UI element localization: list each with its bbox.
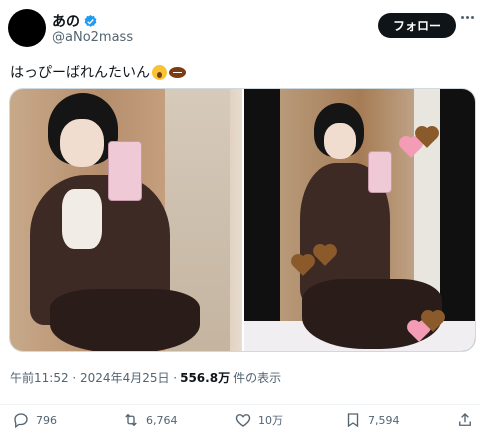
football-emoji-icon	[169, 66, 186, 78]
reply-count: 796	[36, 413, 57, 427]
retweet-button[interactable]: 6,764	[122, 411, 178, 429]
action-bar: 796 6,764 10万 7,594	[0, 404, 480, 432]
tweet-meta: 午前11:52 · 2024年4月25日 · 556.8万 件の表示	[10, 369, 281, 386]
retweet-icon	[125, 413, 137, 427]
verified-badge-icon	[84, 14, 97, 27]
photo-figure-face	[60, 119, 104, 167]
share-icon	[459, 413, 471, 426]
astonished-emoji-icon	[152, 64, 167, 80]
share-button[interactable]	[456, 411, 474, 429]
tweet-timestamp[interactable]: 午前11:52 · 2024年4月25日 ·	[10, 369, 177, 386]
more-icon[interactable]	[461, 16, 474, 19]
like-icon	[235, 414, 251, 427]
view-count: 556.8万	[180, 371, 231, 385]
retweet-count: 6,764	[146, 413, 178, 427]
photo-2[interactable]	[243, 89, 475, 351]
author-handle[interactable]: @aNo2mass	[52, 30, 133, 45]
reply-button[interactable]: 796	[12, 411, 57, 429]
tweet-text: はっぴーばれんたいん	[10, 62, 186, 82]
author-name-row[interactable]: あの	[52, 11, 98, 31]
bookmark-icon	[347, 413, 359, 428]
bookmark-button[interactable]: 7,594	[344, 411, 400, 429]
view-count-label: 件の表示	[233, 371, 282, 385]
reply-icon	[14, 413, 28, 429]
follow-button[interactable]: フォロー	[377, 13, 456, 38]
photo-phone	[108, 141, 142, 201]
author-name[interactable]: あの	[52, 11, 80, 31]
bookmark-count: 7,594	[368, 413, 400, 427]
photo-1[interactable]	[10, 89, 242, 351]
photo-figure-face	[323, 123, 356, 159]
photo-phone	[367, 151, 392, 193]
tweet-media	[9, 88, 476, 352]
photo-figure-skirt	[50, 289, 200, 351]
like-button[interactable]: 10万	[234, 411, 283, 429]
author-avatar[interactable]	[8, 9, 46, 47]
tweet-text-body: はっぴーばれんたいん	[10, 65, 150, 81]
like-count: 10万	[258, 414, 283, 427]
photo-figure-lace	[62, 189, 102, 249]
